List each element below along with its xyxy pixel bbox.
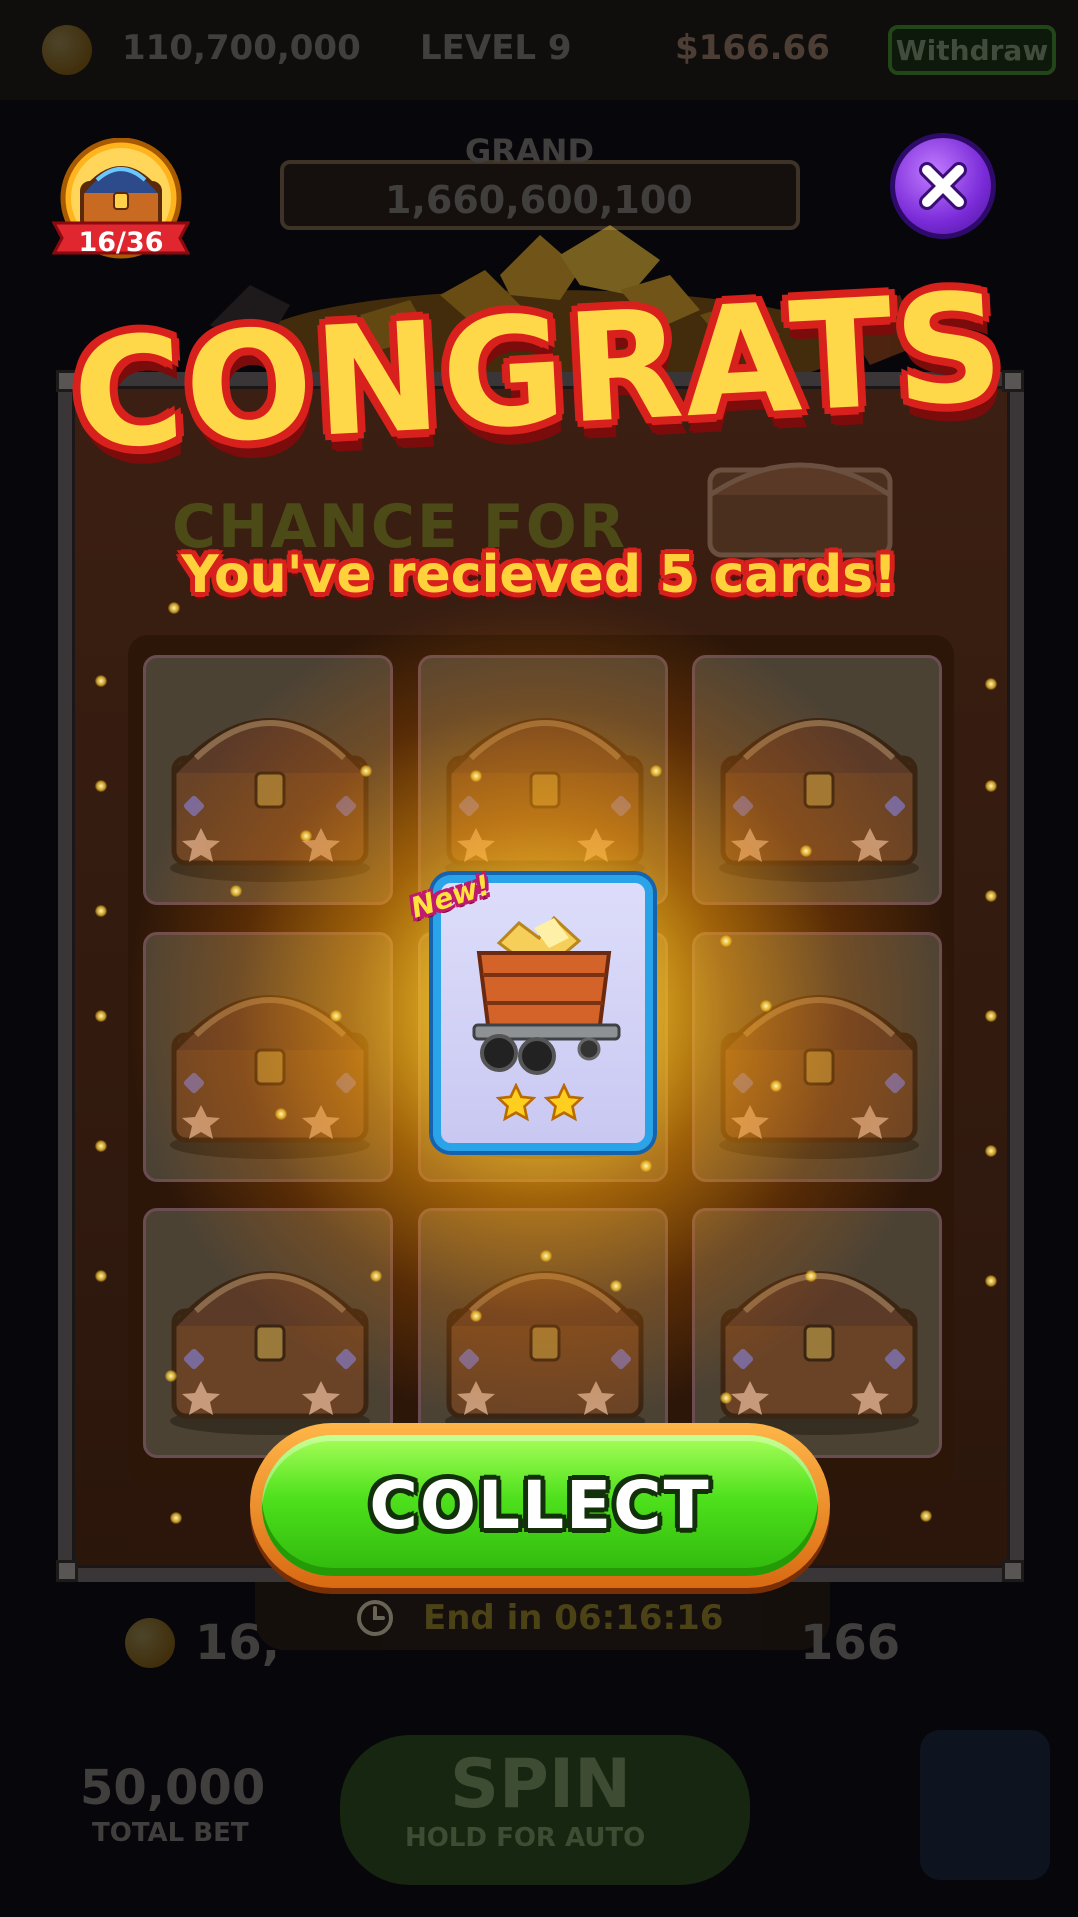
total-bet-label: TOTAL BET [92, 1818, 249, 1848]
chest-cell [418, 655, 668, 905]
withdraw-button: Withdraw [888, 25, 1056, 75]
close-button[interactable] [895, 138, 991, 234]
sparkle [95, 780, 107, 792]
chest-icon [719, 718, 919, 882]
collect-button-face[interactable]: COLLECT [262, 1435, 818, 1576]
sparkle [230, 885, 242, 897]
chest-icon [707, 462, 893, 558]
chest-cell [143, 655, 393, 905]
chest-icon [445, 1271, 645, 1435]
cash-balance: $166.66 [675, 28, 830, 68]
sparkle [470, 1310, 482, 1322]
chest-cell [692, 932, 942, 1182]
chest-icon [719, 1271, 919, 1435]
chest-cell [143, 1208, 393, 1458]
chest-cell [692, 1208, 942, 1458]
sparkle [360, 765, 372, 777]
sparkle [470, 770, 482, 782]
sparkle [95, 1140, 107, 1152]
sparkle [540, 1250, 552, 1262]
sparkle [985, 678, 997, 690]
level-label: LEVEL 9 [420, 28, 572, 68]
sparkle [95, 905, 107, 917]
sparkle [985, 890, 997, 902]
sparkle [985, 780, 997, 792]
sparkle [610, 1280, 622, 1292]
cards-received-text: You've recieved 5 cards! [181, 545, 897, 605]
chest-icon [170, 1271, 370, 1435]
chest-icon [170, 995, 370, 1159]
timer-text: End in 06:16:16 [423, 1598, 724, 1638]
chest-cell [418, 1208, 668, 1458]
frame-bolt [56, 1560, 78, 1582]
frame-bolt [1002, 1560, 1024, 1582]
reward-card [433, 875, 653, 1151]
card-rating [496, 1083, 596, 1123]
sparkle [95, 1010, 107, 1022]
sparkle [650, 765, 662, 777]
sparkle [275, 1108, 287, 1120]
chest-cell [143, 932, 393, 1182]
grand-label: GRAND [465, 132, 595, 170]
sparkle [95, 675, 107, 687]
sparkle [800, 845, 812, 857]
coin-icon [42, 25, 92, 75]
chest-shortcut-bg [920, 1730, 1050, 1880]
chest-cell [692, 655, 942, 905]
chest-icon [170, 718, 370, 882]
spin-label: SPIN [450, 1745, 632, 1824]
sparkle [640, 1160, 652, 1172]
bottom-coin-balance: 16, [195, 1615, 281, 1671]
sparkle [920, 1510, 932, 1522]
sparkle [985, 1275, 997, 1287]
sparkle [805, 1270, 817, 1282]
sparkle [330, 1010, 342, 1022]
collect-button-label: COLLECT [369, 1467, 711, 1544]
sparkle [985, 1010, 997, 1022]
sparkle [170, 1512, 182, 1524]
coin-balance: 110,700,000 [122, 28, 361, 68]
sparkle [770, 1080, 782, 1092]
sparkle [370, 1270, 382, 1282]
star-icon [544, 1083, 584, 1122]
sparkle [300, 830, 312, 842]
bottom-cash-balance: 166 [800, 1615, 901, 1671]
sparkle [720, 1392, 732, 1404]
collect-button[interactable]: COLLECT [250, 1423, 830, 1588]
total-bet-value: 50,000 [80, 1760, 266, 1816]
sparkle [985, 1145, 997, 1157]
clock-icon [357, 1600, 393, 1636]
event-timer: End in 06:16:16 [355, 1595, 723, 1641]
chest-icon [719, 995, 919, 1159]
sparkle [165, 1370, 177, 1382]
coin-icon [125, 1618, 175, 1668]
star-icon [496, 1083, 536, 1122]
sparkle [720, 935, 732, 947]
mine-cart-icon [472, 915, 621, 1075]
sparkle [95, 1270, 107, 1282]
spin-sub-label: HOLD FOR AUTO [405, 1823, 646, 1853]
sparkle [760, 1000, 772, 1012]
close-icon [919, 162, 967, 210]
chest-icon [445, 718, 645, 882]
collection-progress: 16/36 [78, 227, 164, 258]
